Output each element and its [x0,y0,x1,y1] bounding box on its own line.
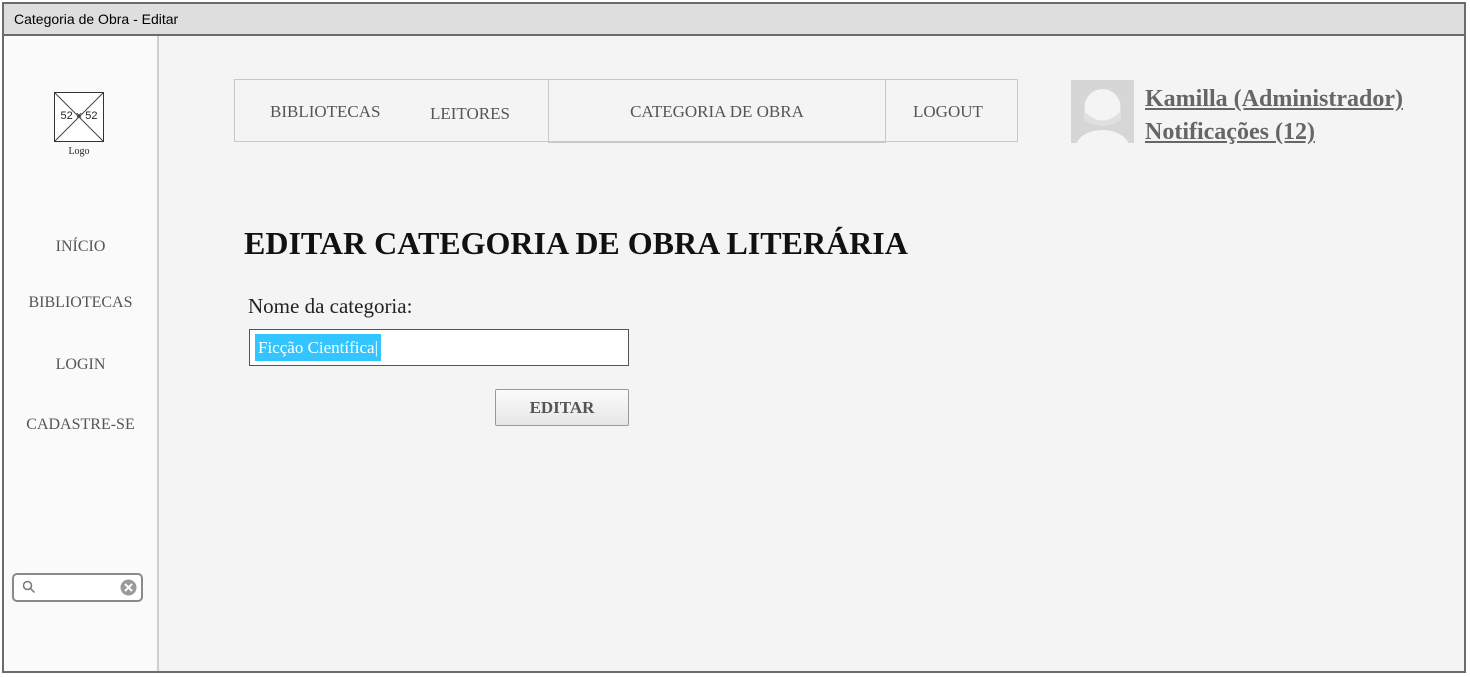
sidebar-item-login[interactable]: LOGIN [4,356,157,374]
nav-item-bibliotecas[interactable]: BIBLIOTECAS [270,102,381,122]
top-nav: BIBLIOTECAS LEITORES CATEGORIA DE OBRA L… [234,79,1018,143]
main-content: BIBLIOTECAS LEITORES CATEGORIA DE OBRA L… [159,36,1464,671]
category-name-value: Ficção Científica| [255,334,381,361]
category-name-input[interactable]: Ficção Científica| [249,329,629,366]
nav-item-leitores[interactable]: LEITORES [430,104,510,124]
nav-item-logout[interactable]: LOGOUT [913,102,983,122]
editar-button[interactable]: EDITAR [495,389,629,426]
logo-placeholder: 52 × 52 [54,92,104,142]
logo-label: Logo [68,146,90,157]
sidebar-item-inicio[interactable]: INÍCIO [4,238,157,256]
app-window: Categoria de Obra - Editar 52 × 52 Logo … [2,2,1466,673]
notifications-link[interactable]: Notificações (12) [1145,119,1315,146]
search-icon [22,580,36,594]
avatar [1071,80,1134,143]
logo-size-text: 52 × 52 [60,110,98,122]
sidebar: 52 × 52 Logo INÍCIO BIBLIOTECAS LOGIN CA… [4,36,159,671]
category-name-label: Nome da categoria: [248,294,413,318]
window-title: Categoria de Obra - Editar [14,11,179,27]
user-name-link[interactable]: Kamilla (Administrador) [1145,86,1403,113]
nav-item-categoria-de-obra[interactable]: CATEGORIA DE OBRA [548,80,886,143]
avatar-icon [1071,80,1134,143]
clear-icon[interactable] [120,579,137,596]
sidebar-item-cadastre-se[interactable]: CADASTRE-SE [4,416,157,434]
page-title: EDITAR CATEGORIA DE OBRA LITERÁRIA [244,225,908,261]
sidebar-item-bibliotecas[interactable]: BIBLIOTECAS [4,294,157,312]
window-titlebar: Categoria de Obra - Editar [4,4,1464,36]
search-input[interactable] [12,573,143,602]
